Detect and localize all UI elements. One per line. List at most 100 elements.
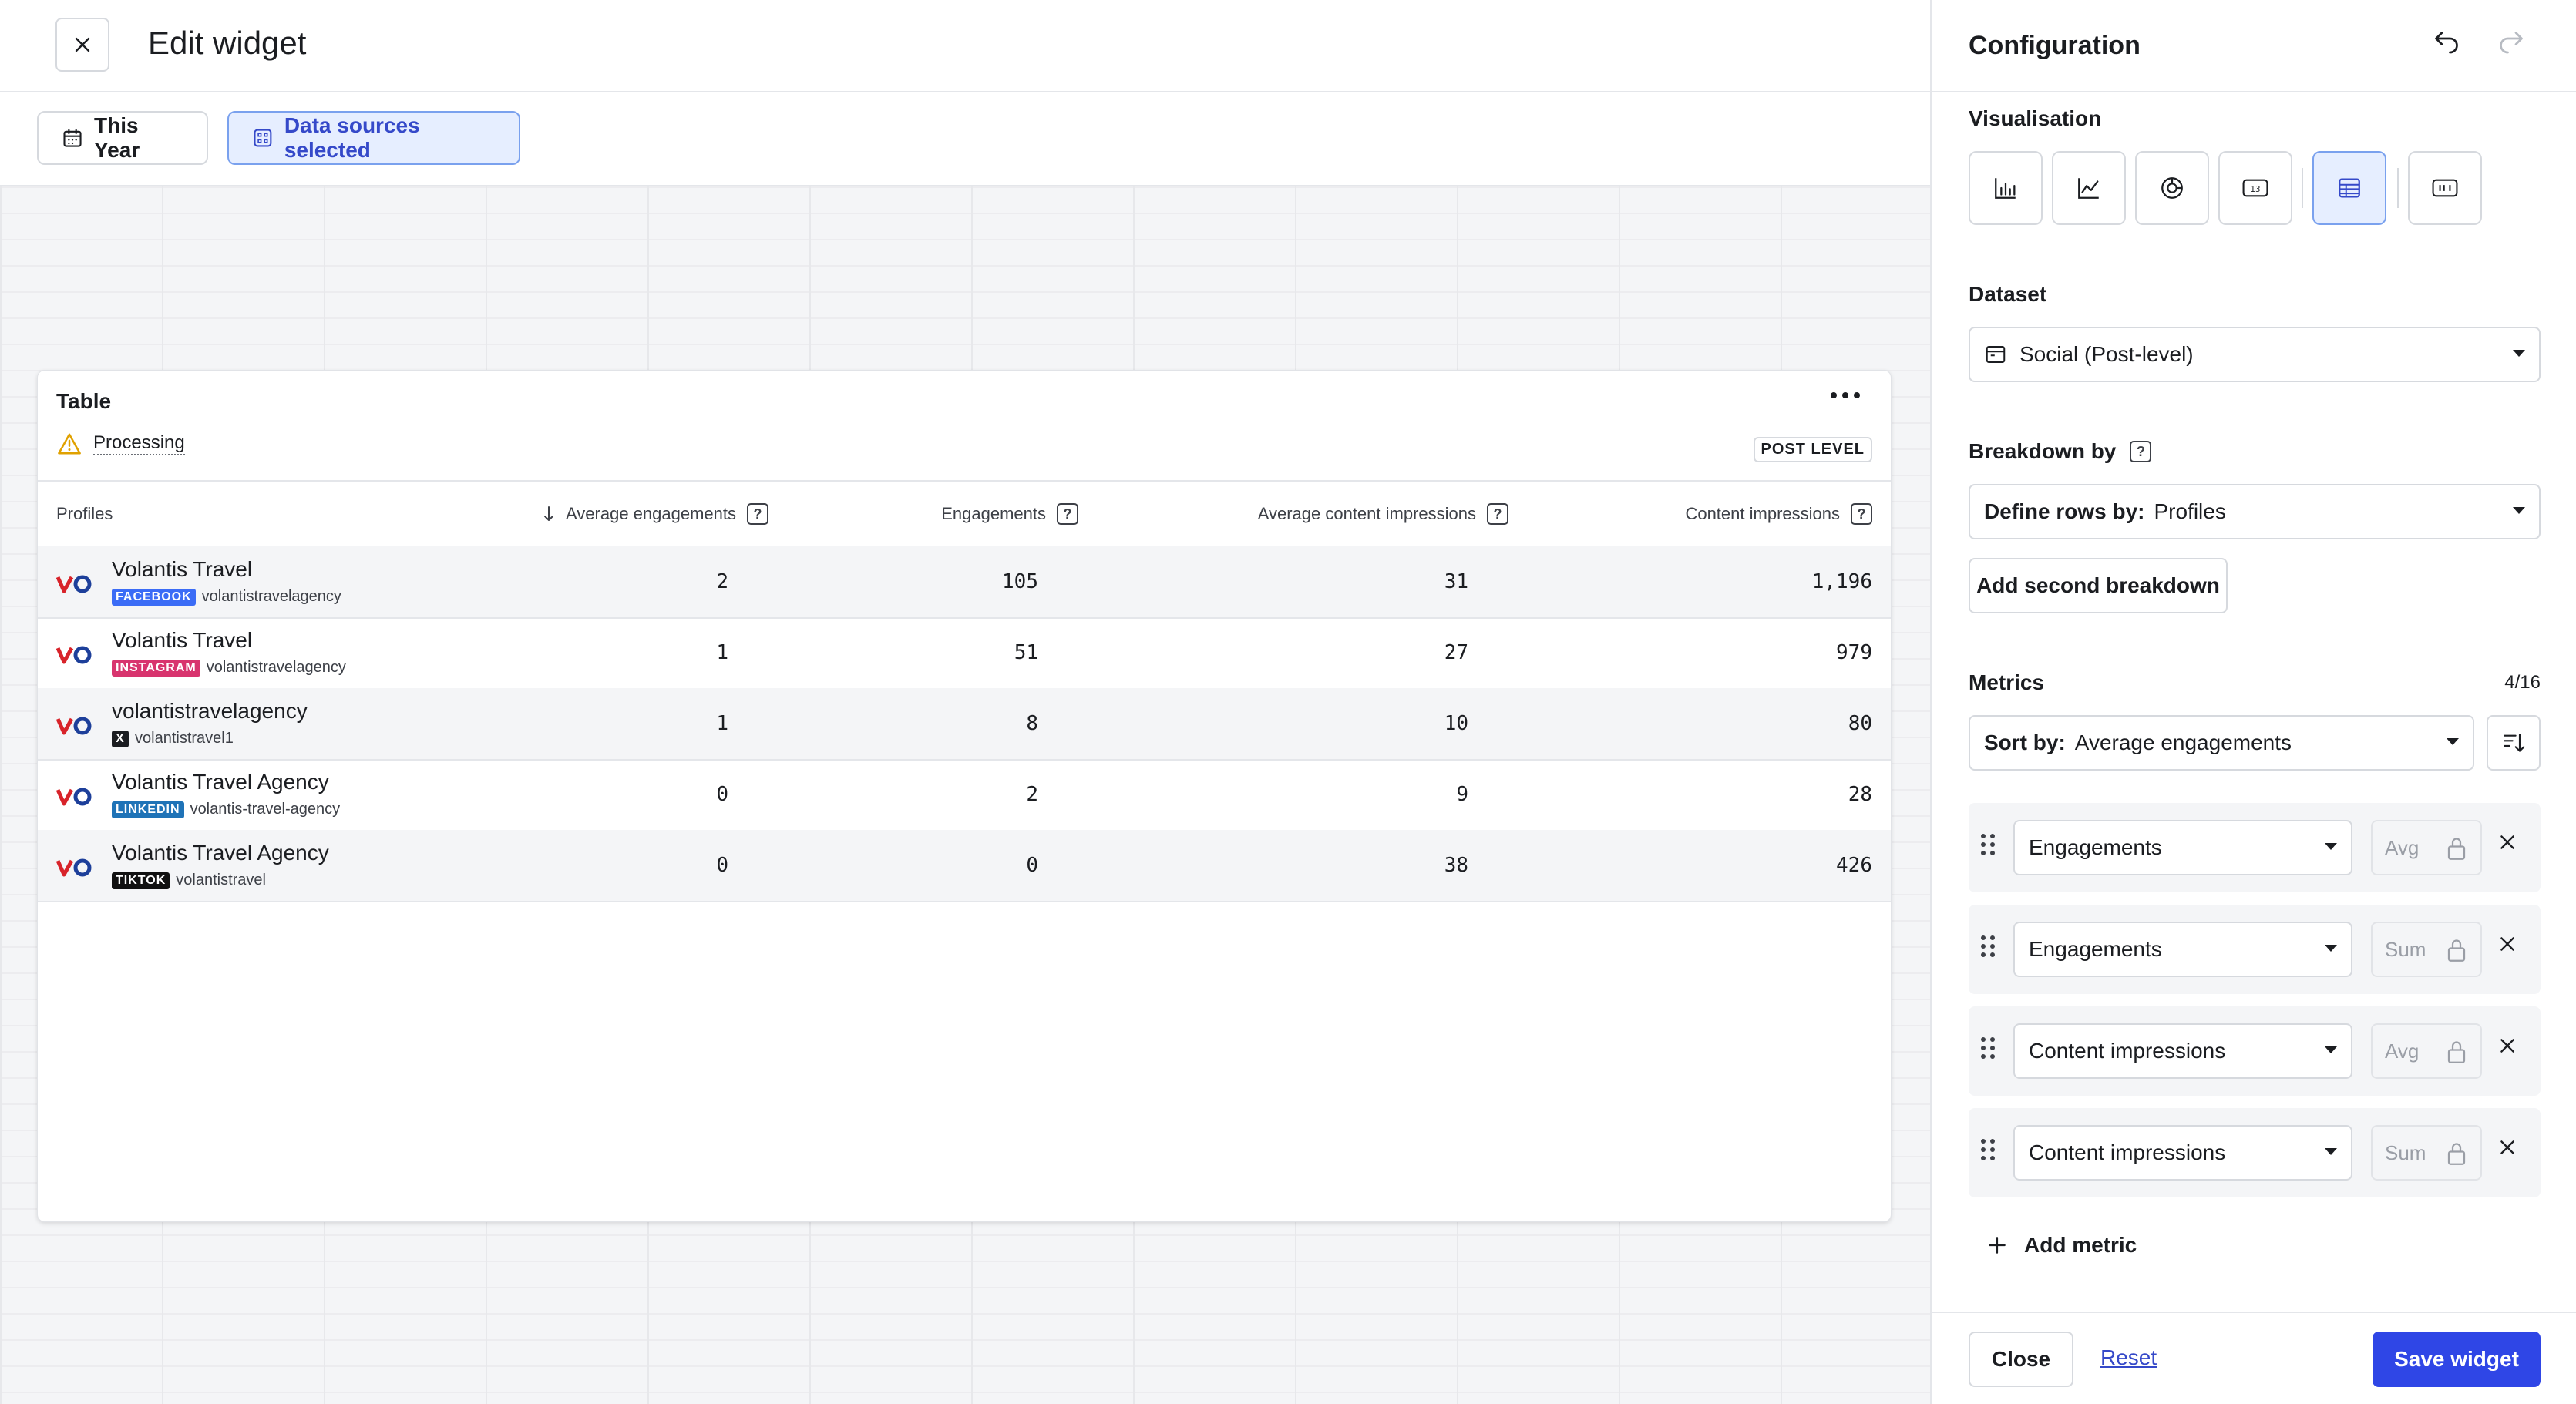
- viz-separator: [2397, 168, 2399, 208]
- profile-name: Volantis Travel: [112, 557, 253, 581]
- number-tile-icon: 13: [2242, 179, 2268, 197]
- table-cell: 426: [1836, 854, 1872, 877]
- editor-area: Edit widget This Year Data sources selec…: [0, 0, 1930, 1404]
- aggregation-select[interactable]: Avg: [2371, 820, 2482, 875]
- plus-icon: [1989, 1237, 2006, 1254]
- profile-handle: volantistravelagency: [206, 659, 346, 676]
- close-button[interactable]: Close: [1969, 1332, 2073, 1387]
- table-row[interactable]: Volantis Travel Agency LINKEDIN volantis-t…: [38, 759, 1891, 831]
- date-range-button[interactable]: This Year: [37, 111, 208, 165]
- aggregation-select[interactable]: Sum: [2371, 922, 2482, 977]
- table-cell: 28: [1848, 783, 1872, 806]
- sort-descending-icon: [2503, 734, 2525, 752]
- add-second-breakdown-button[interactable]: Add second breakdown: [1969, 558, 2228, 613]
- warning-icon: [58, 433, 81, 455]
- table-cell: 105: [1002, 570, 1038, 593]
- reset-link[interactable]: Reset: [2100, 1345, 2157, 1370]
- column-header-engagements[interactable]: Engagements ?: [941, 482, 1078, 546]
- filter-bar: This Year Data sources selected: [0, 92, 1930, 186]
- viz-bar-chart-button[interactable]: [1969, 151, 2043, 225]
- metric-select[interactable]: Content impressions: [2013, 1125, 2352, 1181]
- avatar: [56, 778, 95, 816]
- table-row[interactable]: volantistravelagency Xvolantistravel1 1 8 10…: [38, 688, 1891, 761]
- profile-meta: INSTAGRAM volantistravelagency: [112, 659, 346, 677]
- table-row[interactable]: Volantis Travel INSTAGRAM volantistravelag…: [38, 617, 1891, 690]
- table-cell: 31: [1444, 570, 1468, 593]
- viz-pie-chart-button[interactable]: [2135, 151, 2209, 225]
- metric-select[interactable]: Engagements: [2013, 922, 2352, 977]
- sort-by-value: Average engagements: [2074, 731, 2292, 754]
- table-cell: 9: [1456, 783, 1468, 806]
- profile-meta: LINKEDIN volantis-travel-agency: [112, 801, 340, 818]
- table-cell: 1,196: [1811, 570, 1872, 593]
- drag-handle-icon[interactable]: [1981, 935, 1995, 957]
- metric-select[interactable]: Engagements: [2013, 820, 2352, 875]
- help-icon[interactable]: ?: [1057, 503, 1078, 525]
- chevron-down-icon: [2513, 350, 2525, 357]
- pie-chart-icon: [2161, 177, 2183, 199]
- viz-table-button[interactable]: [2312, 151, 2386, 225]
- drag-handle-icon[interactable]: [1981, 834, 1995, 855]
- profile-handle: volantistravelagency: [201, 588, 341, 605]
- column-header-content-impressions[interactable]: Content impressions ?: [1685, 482, 1872, 546]
- metric-row: Content impressions Sum: [1969, 1108, 2541, 1197]
- table-icon: [2339, 178, 2360, 198]
- viz-summary-button[interactable]: [2408, 151, 2482, 225]
- dataset-icon: [1986, 346, 2006, 363]
- help-icon[interactable]: ?: [2130, 441, 2152, 462]
- aggregation-select[interactable]: Sum: [2371, 1125, 2482, 1181]
- sort-descending-icon: [544, 506, 554, 521]
- help-icon[interactable]: ?: [747, 503, 768, 525]
- save-widget-button[interactable]: Save widget: [2373, 1332, 2541, 1387]
- visualisation-label: Visualisation: [1969, 106, 2102, 130]
- sort-direction-button[interactable]: [2487, 715, 2541, 771]
- aggregation-select[interactable]: Avg: [2371, 1023, 2482, 1079]
- drag-handle-icon[interactable]: [1981, 1139, 1995, 1160]
- lock-icon: [2447, 1041, 2466, 1063]
- close-icon: [2500, 1039, 2514, 1053]
- undo-icon: [2435, 32, 2458, 54]
- remove-metric-button[interactable]: [2497, 1137, 2517, 1161]
- remove-metric-button[interactable]: [2497, 934, 2517, 958]
- redo-button[interactable]: [2497, 29, 2525, 61]
- column-header-profiles[interactable]: Profiles: [56, 482, 113, 546]
- line-chart-icon: [2078, 178, 2099, 199]
- viz-line-chart-button[interactable]: [2052, 151, 2126, 225]
- table-row[interactable]: Volantis Travel Agency TIKTOK volantistrav…: [38, 830, 1891, 902]
- redo-icon: [2500, 32, 2523, 54]
- table-cell: 8: [1026, 712, 1038, 735]
- viz-separator: [2302, 168, 2303, 208]
- remove-metric-button[interactable]: [2497, 1036, 2517, 1060]
- profile-meta: Xvolantistravel1: [112, 730, 234, 747]
- define-rows-prefix: Define rows by:: [1984, 499, 2145, 523]
- table-row[interactable]: Volantis Travel FACEBOOK volantistravelage…: [38, 546, 1891, 619]
- metric-value: Content impressions: [2029, 1039, 2226, 1063]
- viz-number-button[interactable]: 13: [2218, 151, 2292, 225]
- column-header-average-content-impressions[interactable]: Average content impressions ?: [1258, 482, 1508, 546]
- close-editor-button[interactable]: [55, 18, 109, 72]
- profile-handle: volantis-travel-agency: [190, 801, 341, 818]
- define-rows-select[interactable]: Define rows by: Profiles: [1969, 484, 2541, 539]
- column-header-average-engagements[interactable]: Average engagements ?: [543, 482, 768, 546]
- table-widget-card[interactable]: Table Processing POST LEVEL Profiles Ave…: [37, 370, 1892, 1222]
- sort-by-select[interactable]: Sort by: Average engagements: [1969, 715, 2474, 771]
- lock-icon: [2447, 1143, 2466, 1165]
- avatar: [56, 848, 95, 887]
- help-icon[interactable]: ?: [1487, 503, 1508, 525]
- panel-title: Configuration: [1969, 31, 2141, 60]
- panel-divider: [1932, 91, 2576, 92]
- add-metric-button[interactable]: Add metric: [1987, 1233, 2137, 1258]
- table-header: Profiles Average engagements ? Engagemen…: [38, 480, 1891, 548]
- data-sources-button[interactable]: Data sources selected: [227, 111, 520, 165]
- metric-row: Engagements Avg: [1969, 803, 2541, 892]
- dataset-select[interactable]: Social (Post-level): [1969, 327, 2541, 382]
- more-options-icon[interactable]: [1831, 392, 1860, 398]
- aggregation-value: Avg: [2385, 1039, 2420, 1063]
- drag-handle-icon[interactable]: [1981, 1037, 1995, 1059]
- undo-button[interactable]: [2433, 29, 2460, 61]
- column-label: Content impressions: [1685, 504, 1840, 523]
- help-icon[interactable]: ?: [1851, 503, 1872, 525]
- metric-select[interactable]: Content impressions: [2013, 1023, 2352, 1079]
- remove-metric-button[interactable]: [2497, 832, 2517, 856]
- status-label: Processing: [93, 432, 185, 455]
